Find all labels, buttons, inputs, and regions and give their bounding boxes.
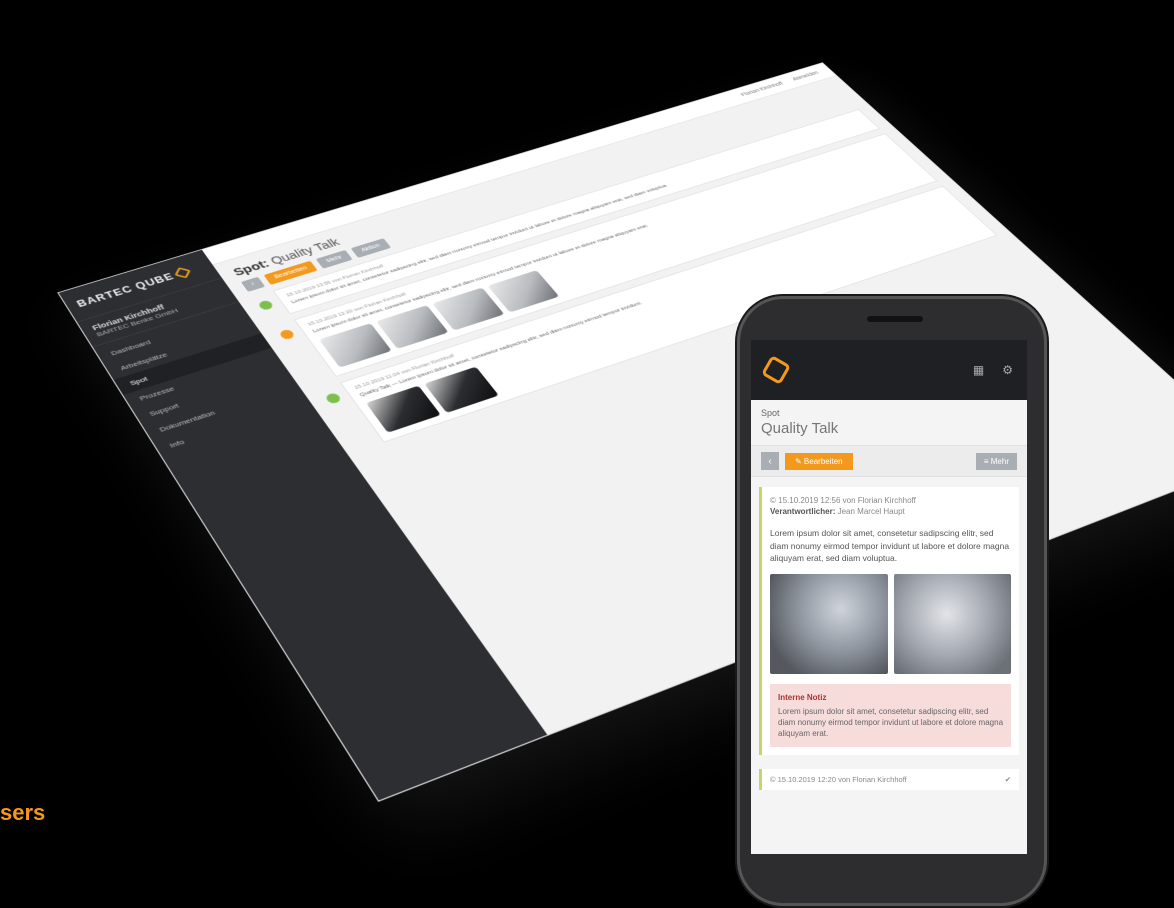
caption-text: sers	[0, 800, 46, 825]
gear-icon[interactable]: ⚙	[1002, 363, 1013, 377]
phone-toolbar: ‹ ✎ Bearbeiten ≡ Mehr	[751, 445, 1027, 477]
status-dot	[257, 299, 275, 312]
note-title: Interne Notiz	[778, 693, 827, 703]
part-image[interactable]	[770, 574, 888, 675]
status-dot	[324, 391, 343, 405]
card-meta: © 15.10.2019 12:56 von Florian Kirchhoff…	[770, 495, 1011, 517]
grid-icon[interactable]: ▦	[973, 363, 984, 377]
logout-link[interactable]: Abmelden	[791, 71, 820, 82]
part-image[interactable]	[893, 574, 1011, 675]
phone-mockup: ▦ ⚙ Spot Quality Talk ‹ ✎ Bearbeiten ≡ M…	[737, 296, 1047, 906]
more-button[interactable]: ≡ Mehr	[975, 452, 1017, 470]
phone-screen: ▦ ⚙ Spot Quality Talk ‹ ✎ Bearbeiten ≡ M…	[751, 340, 1027, 854]
status-dot	[278, 328, 296, 341]
page-title: Quality Talk	[761, 420, 839, 437]
note-text: Lorem ipsum dolor sit amet, consetetur s…	[778, 706, 1004, 738]
card-images	[770, 574, 1011, 675]
card-text: Lorem ipsum dolor sit amet, consetetur s…	[770, 528, 1010, 563]
stage: BARTEC QUBE Florian Kirchhoff BARTEC Benk…	[0, 0, 1174, 908]
phone-speaker	[867, 316, 923, 322]
card-timestamp: © 15.10.2019 12:20 von Florian Kirchhoff	[770, 775, 907, 785]
internal-note: Interne Notiz Lorem ipsum dolor sit amet…	[770, 684, 1011, 748]
responsible-value: Jean Marcel Haupt	[837, 507, 905, 517]
card-timestamp: © 15.10.2019 12:56 von Florian Kirchhoff	[770, 496, 916, 505]
hexagon-logo-icon[interactable]	[760, 354, 792, 386]
responsible-label: Verantwortlicher:	[770, 507, 836, 517]
logo-icon	[174, 266, 191, 278]
back-button[interactable]: ‹	[240, 276, 266, 292]
timeline-card: © 15.10.2019 12:20 von Florian Kirchhoff…	[759, 769, 1019, 791]
edit-button[interactable]: ✎ Bearbeiten	[785, 452, 853, 470]
header-icons: ▦ ⚙	[973, 363, 1013, 377]
back-button[interactable]: ‹	[761, 452, 779, 470]
check-icon: ✔	[1004, 775, 1011, 785]
timeline-card: © 15.10.2019 12:56 von Florian Kirchhoff…	[759, 487, 1019, 756]
phone-header: ▦ ⚙	[751, 340, 1027, 400]
more-button[interactable]: Mehr	[315, 249, 353, 269]
breadcrumb[interactable]: Spot	[751, 400, 1027, 418]
